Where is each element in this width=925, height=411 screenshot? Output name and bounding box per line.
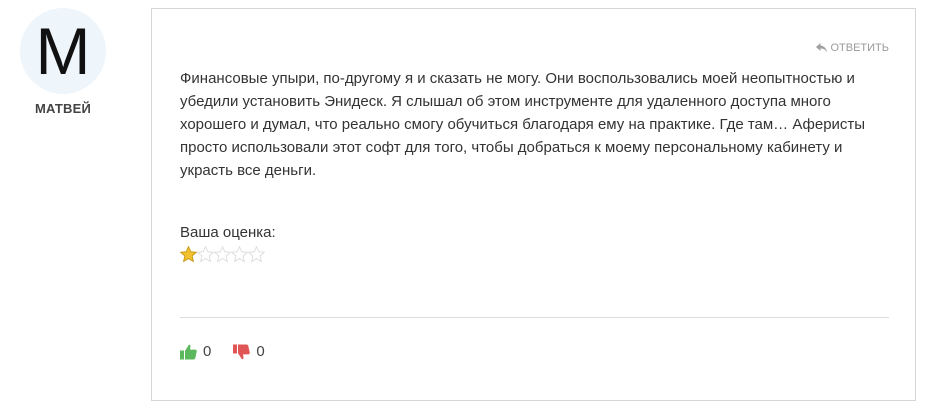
- comment-card: ОТВЕТИТЬ Финансовые упыри, по-другому я …: [151, 8, 916, 401]
- star-icon[interactable]: [180, 246, 197, 262]
- divider: [180, 317, 889, 318]
- rating-label: Ваша оценка:: [180, 224, 276, 241]
- reply-arrow-icon: [816, 43, 828, 53]
- comment-author: M МАТВЕЙ: [20, 8, 106, 116]
- rating-stars[interactable]: [180, 246, 265, 262]
- star-icon[interactable]: [248, 246, 265, 262]
- star-icon[interactable]: [197, 246, 214, 262]
- thumbs-down-icon: [233, 344, 251, 360]
- comment: M МАТВЕЙ ОТВЕТИТЬ Финансовые упыри, по-д…: [0, 0, 925, 411]
- like-button[interactable]: 0: [180, 343, 211, 360]
- avatar: M: [20, 8, 106, 94]
- comment-text: Финансовые упыри, по-другому я и сказать…: [180, 70, 866, 179]
- reply-button[interactable]: ОТВЕТИТЬ: [816, 42, 889, 54]
- like-count: 0: [203, 343, 212, 360]
- dislike-button[interactable]: 0: [233, 343, 265, 360]
- star-icon[interactable]: [214, 246, 231, 262]
- star-icon[interactable]: [231, 246, 248, 262]
- votes: 0 0: [180, 343, 287, 360]
- dislike-count: 0: [256, 343, 265, 360]
- thumbs-up-icon: [180, 344, 197, 360]
- reply-label: ОТВЕТИТЬ: [830, 42, 889, 54]
- author-name: МАТВЕЙ: [34, 101, 92, 116]
